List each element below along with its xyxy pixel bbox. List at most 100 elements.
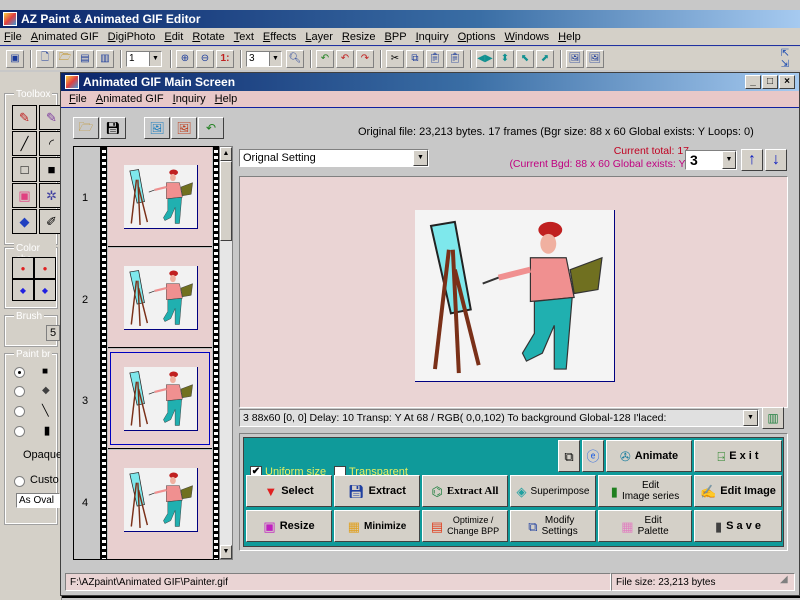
image-icon[interactable]: 🖼︎ <box>566 49 584 68</box>
minimize-frames-button[interactable]: ▦ Minimize <box>334 510 420 542</box>
flip-vertical-icon[interactable]: ⬍ <box>496 49 514 68</box>
optimize-bpp-button[interactable]: ▤ Optimize / Change BPP <box>422 510 508 542</box>
filmstrip-scrollbar[interactable]: ▲ ▼ <box>219 146 233 560</box>
fg-color-swatch[interactable]: ● <box>12 257 34 279</box>
zoom-level-combo-2[interactable]: 3 ▼ <box>246 50 282 67</box>
film-open-icon[interactable]: ▥ <box>96 49 114 68</box>
move-frame-down-button[interactable]: ↓ <box>765 149 787 171</box>
magnify-icon[interactable]: 🔍︎ <box>286 49 304 68</box>
child-menu-inquiry[interactable]: Inquiry <box>173 93 206 105</box>
child-menu-file[interactable]: File <box>69 93 87 105</box>
brush-square-radio[interactable] <box>14 367 25 378</box>
brush-slash-radio[interactable] <box>14 406 25 417</box>
brush-size-field[interactable]: 5 <box>46 325 61 341</box>
menu-digiphoto[interactable]: DigiPhoto <box>108 31 156 43</box>
menu-help[interactable]: Help <box>558 31 581 43</box>
image-series-icon[interactable]: 🖼︎ <box>144 117 170 139</box>
resize-button[interactable]: ▣ Resize <box>246 510 332 542</box>
edit-image-series-button[interactable]: ▮ Edit Image series <box>598 475 692 507</box>
brush-vertical-radio[interactable] <box>14 426 25 437</box>
revert-icon[interactable]: ↶ <box>198 117 224 139</box>
frame-thumbnail[interactable] <box>108 450 212 559</box>
menu-effects[interactable]: Effects <box>263 31 296 43</box>
film-new-icon[interactable]: ▤ <box>76 49 94 68</box>
rotate-right-icon[interactable]: ⬈ <box>536 49 554 68</box>
extract-button[interactable]: 💾︎ Extract <box>334 475 420 507</box>
move-frame-up-button[interactable]: ↑ <box>741 149 763 171</box>
modify-settings-button[interactable]: ⧉ Modify Settings <box>510 510 596 542</box>
select-button[interactable]: ▼ Select <box>246 475 332 507</box>
chevron-down-icon[interactable]: ▼ <box>269 51 281 66</box>
frame-filmstrip[interactable]: 1 2 3 4 <box>73 146 231 560</box>
open-icon[interactable]: 🗁 <box>56 49 74 68</box>
edit-image-button[interactable]: ✍ Edit Image <box>694 475 782 507</box>
child-menu-animated-gif[interactable]: Animated GIF <box>96 93 164 105</box>
animate-button[interactable]: ✇ Animate <box>606 440 692 472</box>
menu-edit[interactable]: Edit <box>164 31 183 43</box>
frame-properties-icon[interactable]: ▥ <box>762 407 784 429</box>
custom-radio[interactable] <box>14 476 25 487</box>
photo-album-icon[interactable]: 🖼︎ <box>171 117 197 139</box>
child-menu-help[interactable]: Help <box>215 93 238 105</box>
save-button[interactable]: ▮ S a v e <box>694 510 782 542</box>
chevron-down-icon[interactable]: ▼ <box>743 410 758 426</box>
fill-icon[interactable]: ◆ <box>12 209 37 234</box>
menu-rotate[interactable]: Rotate <box>192 31 224 43</box>
open-gif-icon[interactable]: 🗁 <box>73 117 99 139</box>
frame-number-select[interactable]: 3 ▼ <box>685 150 737 170</box>
brush-round-radio[interactable] <box>14 386 25 397</box>
undo-icon[interactable]: ↶ <box>336 49 354 68</box>
close-button[interactable]: × <box>779 75 795 89</box>
frame-thumbnail-selected[interactable] <box>108 349 212 449</box>
menu-file[interactable]: File <box>4 31 22 43</box>
resize-grip-icon[interactable]: ◢ <box>780 574 794 590</box>
maximize-button[interactable]: □ <box>762 75 778 89</box>
new-icon[interactable]: 🗋 <box>36 49 54 68</box>
zoom-in-icon[interactable]: ⊕ <box>176 49 194 68</box>
browser-preview-button[interactable]: ⓔ <box>582 440 604 472</box>
pencil-icon[interactable]: ✎ <box>12 105 37 130</box>
frame-thumbnail[interactable] <box>108 248 212 348</box>
zoom-level-combo-1[interactable]: 1 ▼ <box>126 50 162 67</box>
superimpose-button[interactable]: ◈ Superimpose <box>510 475 596 507</box>
chevron-down-icon[interactable]: ▼ <box>722 151 736 169</box>
frame-thumbnail[interactable] <box>108 147 212 247</box>
redo-icon[interactable]: ↷ <box>356 49 374 68</box>
pattern-icon[interactable]: ▣ <box>12 183 37 208</box>
photo-icon[interactable]: 🖼︎ <box>586 49 604 68</box>
line-icon[interactable]: ╱ <box>12 131 37 156</box>
menu-text[interactable]: Text <box>234 31 254 43</box>
scroll-thumb[interactable] <box>220 161 232 241</box>
rotate-left-icon[interactable]: ⬉ <box>516 49 534 68</box>
zoom-out-icon[interactable]: ⊖ <box>196 49 214 68</box>
copy-icon[interactable]: ⧉ <box>406 49 424 68</box>
extract-all-button[interactable]: ⌬ Extract All <box>422 475 508 507</box>
menu-layer[interactable]: Layer <box>305 31 333 43</box>
chevron-down-icon[interactable]: ▼ <box>149 51 161 66</box>
flip-horizontal-icon[interactable]: ◀▶ <box>476 49 494 68</box>
exit-button[interactable]: ⍈ E x i t <box>694 440 782 472</box>
tile-windows-icon[interactable]: ⇱ ⇲ <box>774 48 796 70</box>
actual-size-icon[interactable]: 1: <box>216 49 234 68</box>
screen-capture-icon[interactable]: ▣ <box>6 49 24 68</box>
save-gif-icon[interactable]: 💾︎ <box>100 117 126 139</box>
menu-inquiry[interactable]: Inquiry <box>416 31 449 43</box>
scroll-down-arrow[interactable]: ▼ <box>220 545 232 559</box>
menu-animated-gif[interactable]: Animated GIF <box>31 31 99 43</box>
menu-options[interactable]: Options <box>458 31 496 43</box>
fg-color-swatch-2[interactable]: ● <box>34 257 56 279</box>
bg-color-swatch-2[interactable]: ◆ <box>34 279 56 301</box>
minimize-button[interactable]: _ <box>745 75 761 89</box>
chevron-down-icon[interactable]: ▼ <box>413 150 428 166</box>
setting-select[interactable]: Orignal Setting ▼ <box>239 149 429 167</box>
undo-all-icon[interactable]: ↶ <box>316 49 334 68</box>
menu-bpp[interactable]: BPP <box>385 31 407 43</box>
scroll-up-arrow[interactable]: ▲ <box>220 147 232 161</box>
paste-icon[interactable]: 📋︎ <box>426 49 444 68</box>
copy-frames-button[interactable]: ⧉ <box>558 440 580 472</box>
frame-detail-select[interactable]: 3 88x60 [0, 0] Delay: 10 Transp: Y At 68… <box>239 409 759 427</box>
cut-icon[interactable]: ✂ <box>386 49 404 68</box>
bg-color-swatch[interactable]: ◆ <box>12 279 34 301</box>
menu-windows[interactable]: Windows <box>505 31 550 43</box>
edit-palette-button[interactable]: ▦ Edit Palette <box>598 510 692 542</box>
